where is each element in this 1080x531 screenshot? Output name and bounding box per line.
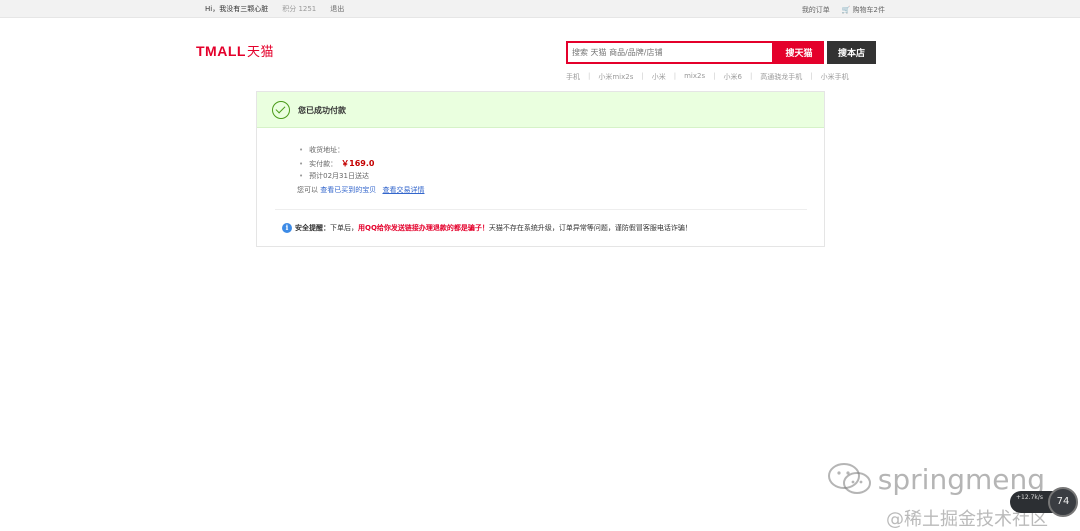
search-input[interactable] xyxy=(566,41,774,64)
hot-word[interactable]: 小米6 xyxy=(723,72,741,82)
hot-word[interactable]: mix2s xyxy=(684,72,705,82)
floating-widget[interactable]: +12.7k/s 74 xyxy=(1010,487,1080,517)
separator: | xyxy=(749,72,753,80)
cart-label: 购物车2件 xyxy=(852,6,885,14)
logout-link[interactable]: 退出 xyxy=(330,4,344,14)
hot-words: 手机 | 小米mix2s | 小米 | mix2s | 小米6 | 高通骁龙手机 | 小米手… xyxy=(566,72,849,82)
order-links: 您可以 查看已买到的宝贝 查看交易详情 xyxy=(297,185,424,195)
separator: | xyxy=(713,72,716,80)
links-prefix: 您可以 xyxy=(297,186,318,194)
paid-item: 实付款：￥169.0 xyxy=(299,157,374,170)
hot-word[interactable]: 手机 xyxy=(566,72,580,82)
separator: | xyxy=(588,72,591,80)
wechat-icon xyxy=(827,463,871,494)
order-info-list: 收货地址： 实付款：￥169.0 预计02月31日送达 xyxy=(299,144,374,183)
topbar-right: 我的订单 🛒 购物车2件 xyxy=(802,5,885,15)
paid-amount: ￥169.0 xyxy=(341,159,375,168)
success-header: 您已成功付款 xyxy=(257,92,824,128)
address-item: 收货地址： xyxy=(299,144,374,157)
hot-word[interactable]: 小米mix2s xyxy=(598,72,633,82)
user-greeting[interactable]: Hi，我没有三颗心脏 xyxy=(205,4,268,14)
topbar-left: Hi，我没有三颗心脏 积分 1251 退出 xyxy=(205,4,344,14)
tmall-logo[interactable]: TMALL天猫 xyxy=(196,41,274,60)
search-bar: 搜天猫 搜本店 xyxy=(566,41,876,64)
separator: | xyxy=(810,72,813,80)
security-warning: i 安全提醒： 下单后， 用QQ给你发送链接办理退款的都是骗子！ 天猫不存在系统… xyxy=(282,223,692,233)
my-orders-link[interactable]: 我的订单 xyxy=(802,5,830,15)
warning-label: 安全提醒： xyxy=(295,224,330,232)
payment-result-panel: 您已成功付款 收货地址： 实付款：￥169.0 预计02月31日送达 您可以 查… xyxy=(256,91,825,247)
check-circle-icon xyxy=(272,101,290,119)
hot-word[interactable]: 高通骁龙手机 xyxy=(760,72,802,82)
info-icon: i xyxy=(282,223,292,233)
logo-cn: 天猫 xyxy=(246,44,274,59)
view-bought-link[interactable]: 查看已买到的宝贝 xyxy=(320,186,376,194)
divider xyxy=(275,209,807,210)
speed-ball[interactable]: 74 xyxy=(1048,487,1078,517)
success-title: 您已成功付款 xyxy=(298,106,346,115)
search-tmall-button[interactable]: 搜天猫 xyxy=(774,41,824,64)
cart-link[interactable]: 🛒 购物车2件 xyxy=(842,5,885,15)
top-bar: Hi，我没有三颗心脏 积分 1251 退出 我的订单 🛒 购物车2件 xyxy=(0,0,1080,18)
hot-word[interactable]: 小米 xyxy=(652,72,666,82)
logo-latin: TMALL xyxy=(196,43,246,59)
warning-highlight: 用QQ给你发送链接办理退款的都是骗子！ xyxy=(358,224,489,232)
separator: | xyxy=(673,72,677,80)
warning-part2: 天猫不存在系统升级，订单异常等问题，谨防假冒客服电话诈骗！ xyxy=(488,224,692,232)
delivery-item: 预计02月31日送达 xyxy=(299,170,374,183)
paid-label: 实付款： xyxy=(309,160,338,168)
search-store-button[interactable]: 搜本店 xyxy=(827,41,876,64)
points-link[interactable]: 积分 1251 xyxy=(282,4,316,14)
separator: | xyxy=(641,72,644,80)
delivery-estimate: 预计02月31日送达 xyxy=(309,172,369,180)
view-trade-link[interactable]: 查看交易详情 xyxy=(382,186,424,194)
warning-part1: 下单后， xyxy=(330,224,358,232)
cart-icon: 🛒 xyxy=(841,6,851,14)
address-label: 收货地址： xyxy=(309,146,345,154)
hot-word[interactable]: 小米手机 xyxy=(821,72,849,82)
